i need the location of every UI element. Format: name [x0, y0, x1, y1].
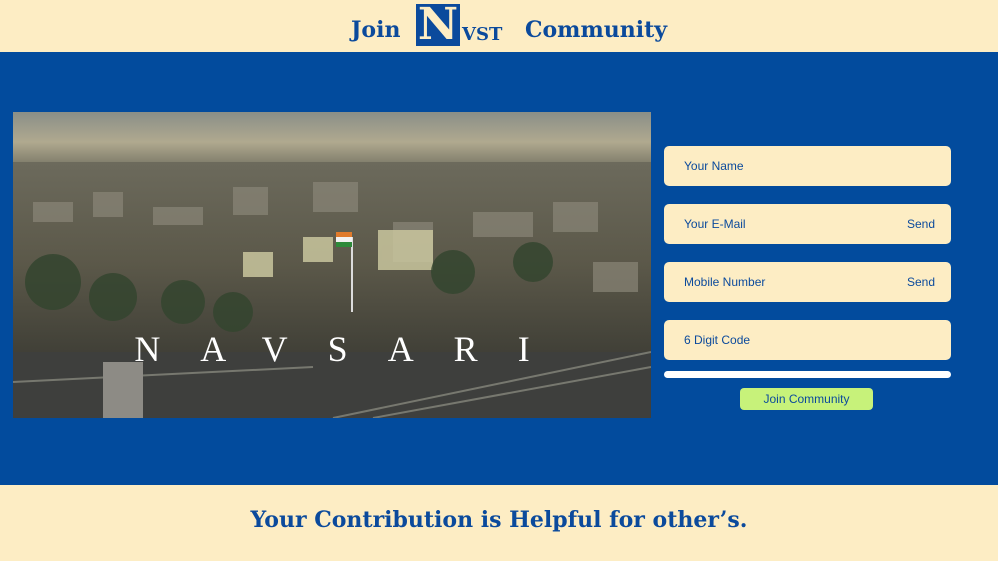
header-community-text: Community: [525, 17, 668, 43]
name-placeholder: Your Name: [684, 159, 744, 173]
mobile-send-button[interactable]: Send: [907, 275, 935, 289]
city-photo: NAVSARI: [13, 112, 651, 418]
footer-tagline: Your Contribution is Helpful for other’s…: [250, 507, 748, 533]
city-name-caption: NAVSARI: [134, 329, 570, 369]
divider-bar: [664, 371, 951, 378]
mobile-placeholder: Mobile Number: [684, 275, 766, 289]
main-section: NAVSARI Your Name Your E-Mail Send Mobil…: [0, 52, 998, 485]
code-field[interactable]: 6 Digit Code: [664, 320, 951, 360]
logo-letter: N: [417, 0, 459, 50]
email-field[interactable]: Your E-Mail Send: [664, 204, 951, 244]
logo[interactable]: N VST: [416, 0, 503, 50]
code-placeholder: 6 Digit Code: [684, 333, 751, 347]
email-send-button[interactable]: Send: [907, 217, 935, 231]
city-photo-image: [13, 112, 651, 418]
name-field[interactable]: Your Name: [664, 146, 951, 186]
logo-rest-text: VST: [462, 24, 503, 45]
mobile-field[interactable]: Mobile Number Send: [664, 262, 951, 302]
header: Join N VST Community: [0, 0, 998, 52]
footer: Your Contribution is Helpful for other’s…: [0, 485, 998, 561]
email-placeholder: Your E-Mail: [684, 217, 746, 231]
header-join-text: Join: [351, 17, 401, 43]
join-community-button[interactable]: Join Community: [740, 388, 873, 410]
